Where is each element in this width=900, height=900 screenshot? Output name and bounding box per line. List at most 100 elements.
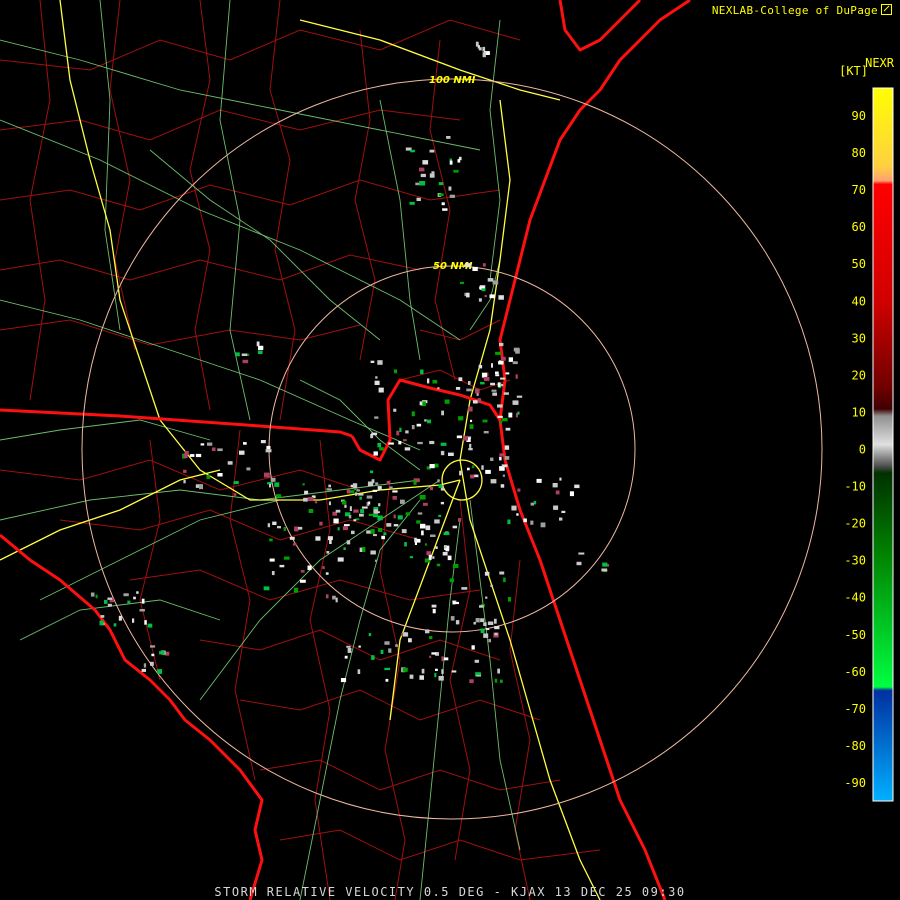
radar-echo-pixel (428, 554, 432, 560)
radar-echo-pixel (277, 526, 281, 529)
radar-echo-pixel (378, 503, 381, 507)
radar-echo-pixel (471, 645, 475, 650)
radar-echo-pixel (392, 496, 397, 500)
radar-echo-pixel (356, 489, 360, 492)
radar-echo-pixel (113, 623, 117, 627)
radar-echo-pixel (353, 509, 359, 513)
radar-echo-pixel (283, 527, 286, 531)
radar-echo-pixel (159, 651, 165, 655)
radar-echo-pixel (141, 598, 145, 604)
radar-echo-pixel (431, 652, 437, 655)
radar-echo-pixel (488, 638, 491, 643)
radar-echo-pixel (384, 641, 390, 645)
radar-echo-pixel (449, 578, 455, 583)
radar-echo-pixel (346, 489, 351, 494)
radar-echo-pixel (343, 547, 346, 550)
radar-echo-pixel (151, 653, 155, 657)
radar-echo-pixel (95, 594, 98, 599)
radar-map: 50 NMI 100 NMI 9080706050403020100-10-20… (0, 0, 894, 900)
radar-echo-pixel (118, 615, 122, 621)
radar-echo-pixel (371, 655, 375, 660)
radar-echo-pixel (352, 483, 358, 488)
radar-echo-pixel (403, 439, 407, 442)
radar-echo-pixel (430, 534, 436, 537)
radar-echo-pixel (470, 419, 473, 423)
radar-echo-pixel (440, 501, 444, 505)
radar-echo-pixel (444, 399, 450, 404)
radar-echo-pixel (420, 369, 424, 375)
radar-echo-pixel (340, 678, 347, 683)
radar-echo-pixel (443, 532, 450, 536)
radar-echo-pixel (494, 632, 498, 636)
radar-echo-pixel (272, 521, 277, 525)
radar-echo-pixel (404, 542, 407, 547)
radar-echo-pixel (498, 361, 504, 365)
radar-echo-pixel (469, 424, 474, 429)
radar-echo-pixel (448, 452, 454, 456)
radar-echo-pixel (370, 550, 376, 555)
radar-echoes (90, 41, 610, 684)
radar-echo-pixel (435, 668, 438, 671)
legend-tick-label: 60 (852, 220, 866, 234)
radar-echo-pixel (513, 347, 520, 352)
radar-echo-pixel (426, 551, 432, 556)
radar-echo-pixel (279, 564, 285, 568)
radar-echo-pixel (472, 465, 475, 469)
radar-echo-pixel (300, 570, 305, 573)
radar-echo-pixel (491, 389, 497, 392)
radar-echo-pixel (466, 292, 470, 298)
radar-echo-pixel (559, 517, 563, 521)
radar-echo-pixel (266, 445, 271, 450)
radar-echo-pixel (483, 431, 489, 434)
radar-echo-pixel (491, 363, 493, 368)
radar-echo-pixel (386, 481, 391, 485)
radar-echo-pixel (455, 387, 461, 390)
radar-echo-pixel (517, 488, 521, 492)
radar-echo-pixel (298, 526, 303, 530)
radar-echo-pixel (475, 618, 480, 623)
radar-echo-pixel (314, 501, 318, 504)
radar-echo-pixel (480, 628, 485, 634)
radar-echo-pixel (478, 298, 482, 302)
radar-echo-pixel (484, 571, 490, 576)
radar-echo-pixel (427, 419, 431, 424)
radar-echo-pixel (283, 556, 290, 560)
radar-echo-pixel (434, 673, 437, 678)
radar-echo-pixel (517, 411, 520, 415)
radar-echo-pixel (503, 392, 509, 395)
radar-echo-pixel (540, 522, 546, 528)
radar-echo-pixel (401, 529, 407, 534)
ring-50nmi (268, 265, 636, 633)
radar-echo-pixel (300, 579, 306, 583)
radar-echo-pixel (469, 679, 474, 684)
credit-label: NEXLAB-College of DuPage (712, 4, 892, 17)
legend-tick-label: 50 (852, 257, 866, 271)
radar-echo-pixel (421, 668, 425, 674)
radar-echo-pixel (497, 404, 503, 408)
radar-echo-pixel (569, 491, 574, 497)
radar-echo-pixel (457, 159, 461, 163)
radar-echo-pixel (446, 136, 451, 139)
radar-echo-pixel (512, 361, 518, 365)
radar-echo-pixel (368, 513, 374, 516)
radar-echo-pixel (217, 448, 223, 452)
radar-echo-pixel (405, 430, 409, 434)
radar-echo-pixel (468, 448, 473, 451)
radar-echo-pixel (485, 596, 488, 599)
state-borders (0, 0, 691, 900)
radar-echo-pixel (402, 632, 409, 637)
radar-echo-pixel (501, 464, 508, 468)
radar-echo-pixel (157, 669, 162, 674)
legend-tick-label: -20 (844, 517, 866, 531)
radar-echo-pixel (372, 489, 378, 492)
radar-echo-pixel (243, 442, 247, 445)
radar-echo-pixel (325, 594, 329, 599)
legend-tick-label: -70 (844, 702, 866, 716)
ring-label-100: 100 NMI (429, 75, 476, 86)
radar-echo-pixel (206, 474, 211, 479)
radar-echo-pixel (150, 645, 156, 648)
radar-echo-pixel (432, 608, 436, 614)
radar-echo-pixel (495, 371, 499, 374)
legend-ticks: 90 80 70 60 50 40 30 20 10 0 -10 -20 -30 -40 -50 -60 -70… (844, 109, 866, 790)
radar-echo-pixel (434, 519, 440, 524)
